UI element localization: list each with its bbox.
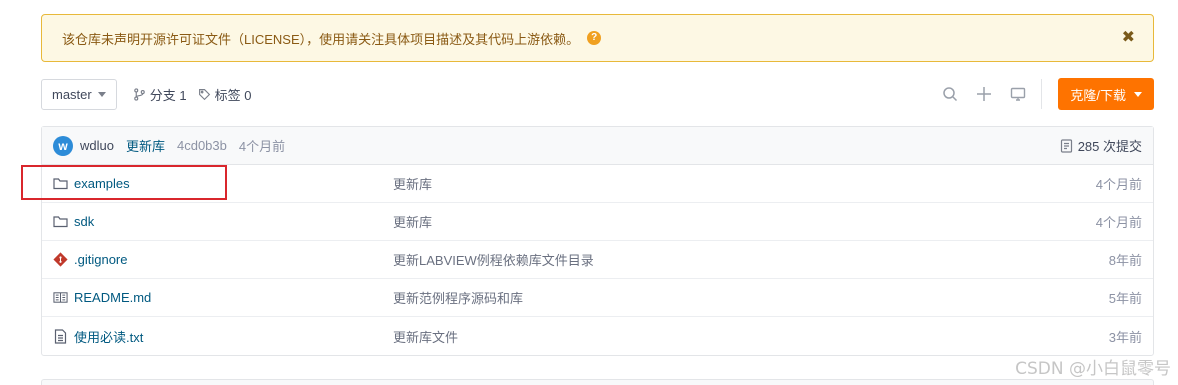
file-time: 4个月前 [1095, 177, 1142, 192]
chevron-down-icon [1134, 91, 1142, 97]
branches-link[interactable]: 分支 1 [133, 85, 187, 104]
file-row[interactable]: examples 更新库 4个月前 [42, 165, 1153, 203]
file-commit-message[interactable]: 更新范例程序源码和库 [393, 288, 523, 307]
file-name-cell: 使用必读.txt [53, 327, 393, 346]
tags-label: 标签 0 [214, 87, 252, 103]
file-time: 8年前 [1108, 253, 1142, 268]
watermark: CSDN @小白鼠零号 [1015, 359, 1171, 379]
repository-page: 该仓库未声明开源许可证文件（LICENSE），使用请关注具体项目描述及其代码上游… [0, 0, 1178, 385]
file-name-cell: README.md [53, 290, 393, 305]
file-name-cell: .gitignore [53, 252, 393, 267]
license-warning-banner: 该仓库未声明开源许可证文件（LICENSE），使用请关注具体项目描述及其代码上游… [41, 14, 1154, 62]
info-icon[interactable]: ? [587, 31, 602, 45]
branch-select[interactable]: master [41, 78, 117, 110]
document-icon [1060, 138, 1072, 153]
readme-book-icon [53, 290, 68, 305]
readme-panel-edge [41, 379, 1154, 385]
text-file-icon [53, 328, 68, 344]
branch-name: master [52, 86, 92, 102]
clone-download-button[interactable]: 克隆/下载 [1058, 78, 1154, 110]
commit-count-label: 285 次提交 [1077, 139, 1142, 154]
toolbar-divider [1041, 79, 1043, 109]
chevron-down-icon [97, 91, 106, 97]
file-name[interactable]: sdk [74, 214, 94, 229]
file-time: 5年前 [1108, 291, 1142, 306]
commit-author[interactable]: wdluo [80, 138, 114, 153]
commit-count-link[interactable]: 285 次提交 [1060, 136, 1142, 155]
file-commit-message[interactable]: 更新库文件 [393, 327, 458, 346]
file-commit-message[interactable]: 更新库 [393, 174, 432, 193]
avatar[interactable]: w [53, 135, 73, 156]
close-icon[interactable]: ✖ [1122, 30, 1135, 46]
license-warning-text: 该仓库未声明开源许可证文件（LICENSE），使用请关注具体项目描述及其代码上游… [62, 31, 580, 47]
latest-commit-bar: w wdluo 更新库 4cd0b3b 4个月前 285 次提交 [42, 127, 1153, 165]
file-row[interactable]: sdk 更新库 4个月前 [42, 203, 1153, 241]
commit-sha[interactable]: 4cd0b3b [177, 138, 227, 153]
file-name[interactable]: examples [74, 176, 130, 191]
plus-icon[interactable] [975, 85, 993, 103]
tags-link[interactable]: 标签 0 [198, 85, 252, 104]
file-commit-message[interactable]: 更新库 [393, 212, 432, 231]
commit-time: 4个月前 [238, 139, 286, 154]
file-time: 3年前 [1108, 329, 1142, 345]
branches-label: 分支 1 [149, 87, 187, 103]
clone-download-label: 克隆/下载 [1070, 87, 1126, 103]
folder-icon [53, 176, 68, 191]
file-name[interactable]: .gitignore [74, 252, 127, 267]
file-time: 4个月前 [1095, 215, 1142, 230]
branch-icon [133, 87, 145, 101]
folder-icon [53, 214, 68, 229]
search-icon[interactable] [941, 85, 959, 103]
tag-icon [198, 88, 210, 100]
git-icon [53, 252, 68, 267]
file-name[interactable]: README.md [74, 290, 151, 305]
file-row[interactable]: 使用必读.txt 更新库文件 3年前 [42, 317, 1153, 355]
commit-message[interactable]: 更新库 [126, 136, 165, 155]
file-commit-message[interactable]: 更新LABVIEW例程依赖库文件目录 [393, 250, 594, 269]
monitor-icon[interactable] [1009, 85, 1027, 103]
file-name-cell: sdk [53, 214, 393, 229]
toolbar-icons [941, 85, 1027, 103]
file-list: w wdluo 更新库 4cd0b3b 4个月前 285 次提交 example… [41, 126, 1154, 356]
file-name-cell: examples [53, 176, 393, 191]
file-name[interactable]: 使用必读.txt [74, 327, 143, 346]
file-row[interactable]: .gitignore 更新LABVIEW例程依赖库文件目录 8年前 [42, 241, 1153, 279]
file-row[interactable]: README.md 更新范例程序源码和库 5年前 [42, 279, 1153, 317]
repo-toolbar: master 分支 1 标签 0 克隆/下载 [41, 78, 1154, 110]
